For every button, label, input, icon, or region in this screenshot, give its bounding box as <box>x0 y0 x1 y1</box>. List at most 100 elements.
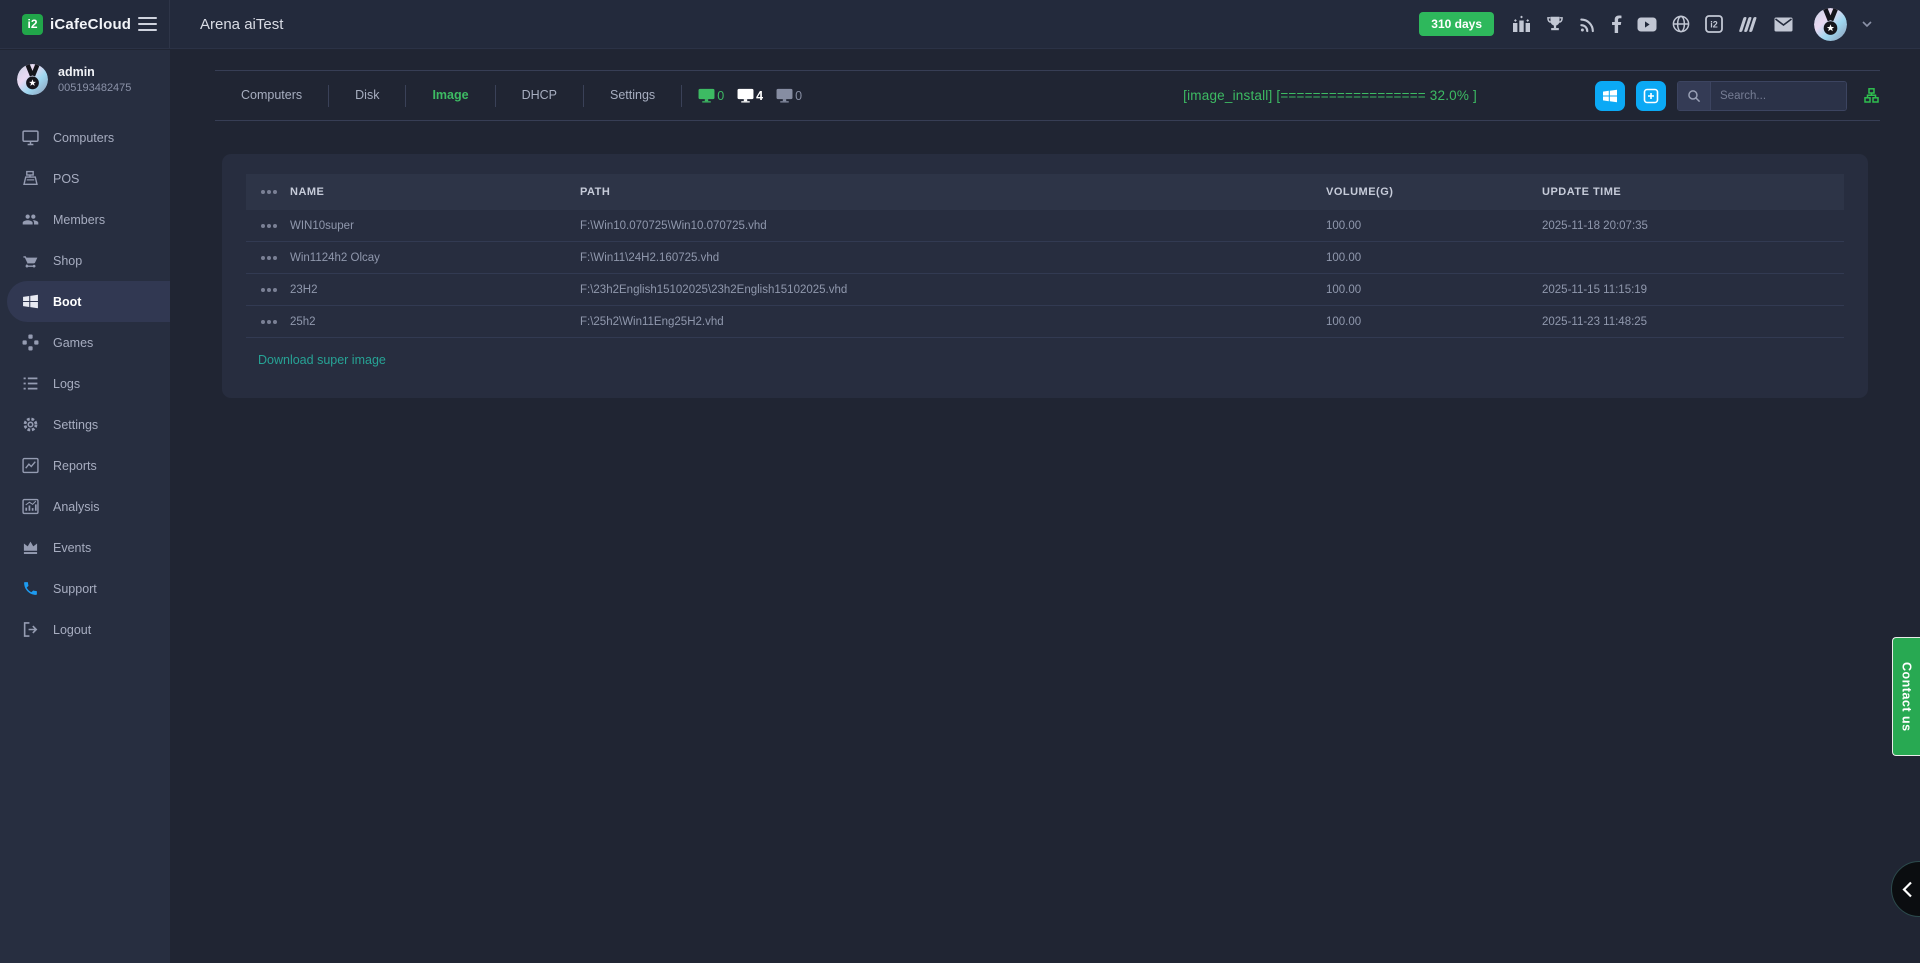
rss-icon[interactable] <box>1579 16 1596 33</box>
total-pcs-counter[interactable]: 4 <box>737 88 763 103</box>
windows-icon <box>1602 88 1618 104</box>
table-row[interactable]: 25h2 F:\25h2\Win11Eng25H2.vhd 100.00 202… <box>246 306 1844 338</box>
contact-us-tab[interactable]: Contact us <box>1892 637 1920 756</box>
trophy-icon[interactable] <box>1546 15 1564 33</box>
user-id: 005193482475 <box>58 82 131 94</box>
pc-status-counters: 0 4 0 <box>698 88 802 103</box>
row-menu-icon[interactable] <box>261 288 265 292</box>
sidebar-item-pos[interactable]: POS <box>0 158 170 199</box>
sidebar-item-reports[interactable]: Reports <box>0 445 170 486</box>
line-chart-icon <box>22 457 39 474</box>
sidebar-item-boot[interactable]: Boot <box>7 281 170 322</box>
sidebar-item-games[interactable]: Games <box>0 322 170 363</box>
sidebar-item-label: Computers <box>53 131 114 145</box>
sidebar-user-block[interactable]: admin 005193482475 <box>0 50 170 109</box>
cell-path: F:\23h2English15102025\23h2English151020… <box>580 284 1326 296</box>
sidebar-item-label: Settings <box>53 418 98 432</box>
cell-update-time: 2025-11-23 11:48:25 <box>1542 316 1844 328</box>
sidebar-item-label: Games <box>53 336 93 350</box>
sidebar-item-shop[interactable]: Shop <box>0 240 170 281</box>
ranking-icon[interactable] <box>1512 15 1531 33</box>
windows-boot-button[interactable] <box>1595 81 1625 111</box>
bar-chart-icon <box>22 498 39 515</box>
plus-square-icon <box>1643 88 1659 104</box>
search-icon[interactable] <box>1678 82 1711 110</box>
table-row[interactable]: 23H2 F:\23h2English15102025\23h2English1… <box>246 274 1844 306</box>
image-table-card: NAME PATH VOLUME(G) UPDATE TIME WIN10sup… <box>222 154 1868 398</box>
row-menu-icon[interactable] <box>261 224 265 228</box>
cell-volume: 100.00 <box>1326 252 1542 264</box>
chevron-down-icon[interactable] <box>1862 21 1872 27</box>
sidebar-item-label: Support <box>53 582 97 596</box>
table-row[interactable]: WIN10super F:\Win10.070725\Win10.070725.… <box>246 210 1844 242</box>
monitor-icon <box>22 129 39 146</box>
sidebar-avatar <box>17 64 48 95</box>
user-avatar[interactable] <box>1814 8 1847 41</box>
cell-volume: 100.00 <box>1326 220 1542 232</box>
logo-area: i2 iCafeCloud <box>0 0 170 48</box>
sidebar-item-computers[interactable]: Computers <box>0 117 170 158</box>
online-count: 0 <box>717 89 724 103</box>
gear-icon <box>22 416 39 433</box>
col-update-time: UPDATE TIME <box>1542 186 1844 198</box>
table-header: NAME PATH VOLUME(G) UPDATE TIME <box>246 174 1844 210</box>
youtube-icon[interactable] <box>1637 17 1657 32</box>
offline-pcs-counter[interactable]: 0 <box>776 88 802 103</box>
table-row[interactable]: Win1124h2 Olcay F:\Win11\24H2.160725.vhd… <box>246 242 1844 274</box>
cell-update-time: 2025-11-18 20:07:35 <box>1542 220 1844 232</box>
add-image-button[interactable] <box>1636 81 1666 111</box>
sidebar-item-logs[interactable]: Logs <box>0 363 170 404</box>
online-pcs-counter[interactable]: 0 <box>698 88 724 103</box>
cell-path: F:\Win10.070725\Win10.070725.vhd <box>580 220 1326 232</box>
col-path: PATH <box>580 186 1326 198</box>
sidebar-item-label: Shop <box>53 254 82 268</box>
search-input[interactable] <box>1711 82 1847 110</box>
cell-volume: 100.00 <box>1326 316 1542 328</box>
sidebar-item-events[interactable]: Events <box>0 527 170 568</box>
sidebar: admin 005193482475 Computers POS Members <box>0 50 170 963</box>
tab-disk[interactable]: Disk <box>329 71 405 120</box>
svg-text:i2: i2 <box>1710 20 1718 30</box>
hamburger-menu-icon[interactable] <box>138 17 157 31</box>
sidebar-item-support[interactable]: Support <box>0 568 170 609</box>
row-menu-icon[interactable] <box>261 256 265 260</box>
sidebar-item-logout[interactable]: Logout <box>0 609 170 650</box>
license-days-badge[interactable]: 310 days <box>1419 12 1494 36</box>
sitemap-icon[interactable] <box>1863 88 1880 104</box>
cart-icon <box>22 252 39 269</box>
sidebar-item-members[interactable]: Members <box>0 199 170 240</box>
monitor-offline-icon <box>776 88 793 103</box>
sidebar-item-label: Members <box>53 213 105 227</box>
tab-computers[interactable]: Computers <box>215 71 328 120</box>
layers-icon[interactable] <box>1738 16 1759 33</box>
tab-image[interactable]: Image <box>406 71 494 120</box>
globe-icon[interactable] <box>1672 15 1690 33</box>
cell-path: F:\25h2\Win11Eng25H2.vhd <box>580 316 1326 328</box>
monitor-online-icon <box>698 88 715 103</box>
facebook-icon[interactable] <box>1611 15 1622 33</box>
total-count: 4 <box>756 89 763 103</box>
cell-update-time: 2025-11-15 11:15:19 <box>1542 284 1844 296</box>
main-content: Computers Disk Image DHCP Settings 0 4 0… <box>170 50 1920 963</box>
sidebar-item-label: Logs <box>53 377 80 391</box>
cell-name: WIN10super <box>290 220 580 232</box>
page-title: Arena aiTest <box>200 16 283 33</box>
icafecloud-badge-icon[interactable]: i2 <box>1705 15 1723 33</box>
row-menu-icon[interactable] <box>261 320 265 324</box>
sidebar-item-label: POS <box>53 172 79 186</box>
download-super-image-link[interactable]: Download super image <box>258 353 386 367</box>
sidebar-item-analysis[interactable]: Analysis <box>0 486 170 527</box>
tab-dhcp[interactable]: DHCP <box>496 71 583 120</box>
tab-separator <box>681 85 682 107</box>
sidebar-item-label: Logout <box>53 623 91 637</box>
row-menu-icon <box>261 190 265 194</box>
cell-path: F:\Win11\24H2.160725.vhd <box>580 252 1326 264</box>
mail-icon[interactable] <box>1774 17 1793 32</box>
monitor-total-icon <box>737 88 754 103</box>
tab-settings[interactable]: Settings <box>584 71 681 120</box>
topbar-actions: 310 days <box>1419 8 1920 41</box>
sidebar-item-settings[interactable]: Settings <box>0 404 170 445</box>
image-install-progress: [image_install] [================== 32.0… <box>1183 88 1477 103</box>
sidebar-item-label: Boot <box>53 295 81 309</box>
logout-icon <box>22 621 39 638</box>
